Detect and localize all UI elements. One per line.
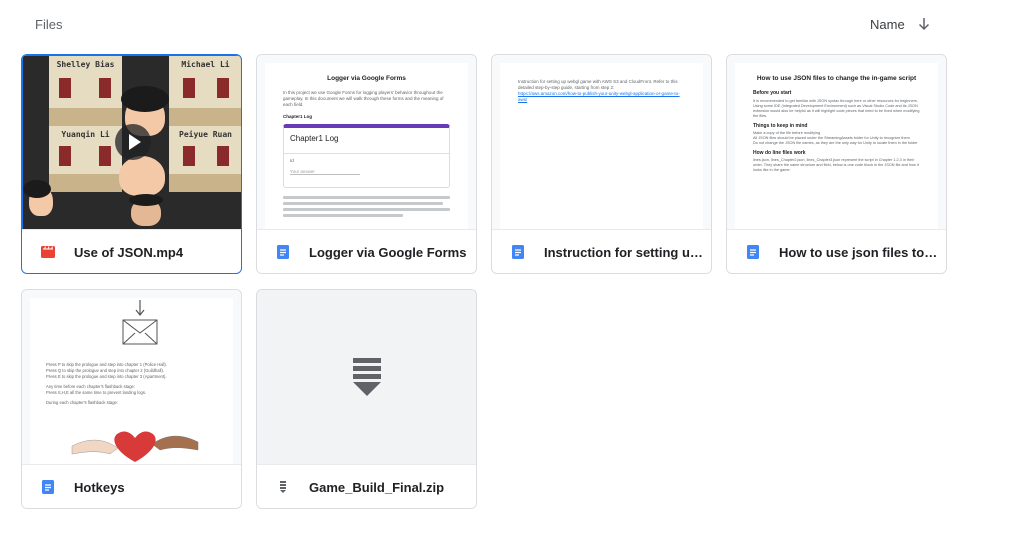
file-card-footer: Use of JSON.mp4 [22, 229, 241, 273]
doc-page: Press P to skip the prologue and step in… [30, 298, 233, 464]
zip-thumbnail [257, 290, 476, 464]
doc-page: Instruction for setting up webgl game wi… [500, 63, 703, 229]
doc-link: https://aws.amazon.com/how-to-publish-yo… [518, 91, 680, 102]
doc-page: How to use JSON files to change the in-g… [735, 63, 938, 229]
video-frame: Shelley Bias Michael Li Yuanqin Li Peiyu… [23, 56, 241, 229]
video-thumbnail: Shelley Bias Michael Li Yuanqin Li Peiyu… [23, 56, 241, 229]
tile-name: Peiyue Ruan [179, 130, 232, 139]
video-tile: Peiyue Ruan [169, 126, 241, 192]
arrow-down-icon [917, 17, 931, 31]
files-header: Files Name [0, 0, 1024, 48]
file-name: Hotkeys [74, 480, 125, 495]
participant [119, 156, 165, 196]
file-card-doc[interactable]: Logger via Google Forms In this project … [256, 54, 477, 274]
video-tile: Yuanqin Li [49, 126, 122, 192]
file-card-doc[interactable]: Press P to skip the prologue and step in… [21, 289, 242, 509]
doc-heading: How do line files work [753, 150, 806, 156]
video-tile: Shelley Bias [49, 56, 122, 126]
form-preview: Chapter1 Log Id Your answer [283, 124, 450, 188]
doc-paragraph: Instruction for setting up webgl game wi… [518, 79, 678, 90]
file-card-footer: Hotkeys [22, 464, 241, 508]
file-name: Instruction for setting up w... [544, 245, 704, 260]
tile-name: Michael Li [181, 60, 230, 69]
doc-thumbnail: Instruction for setting up webgl game wi… [492, 55, 711, 229]
list-item: Press S,H,E all the same time to prevent… [46, 390, 147, 395]
section-title: Files [35, 17, 63, 32]
doc-page: Logger via Google Forms In this project … [265, 63, 468, 229]
doc-heading: Things to keep in mind [753, 123, 808, 129]
envelope-icon [120, 298, 160, 353]
zip-archive-icon [352, 358, 382, 403]
file-name: Use of JSON.mp4 [74, 245, 184, 260]
doc-title: How to use JSON files to change the in-g… [756, 75, 917, 82]
doc-thumbnail: Logger via Google Forms In this project … [257, 55, 476, 229]
form-field-label: Id [290, 158, 294, 163]
doc-heading: Before you start [753, 90, 792, 96]
file-card-footer: Logger via Google Forms [257, 229, 476, 273]
file-card-footer: Game_Build_Final.zip [257, 464, 476, 508]
file-card-doc[interactable]: Instruction for setting up webgl game wi… [491, 54, 712, 274]
doc-paragraph: lines.json, lines_Chapter2.json, lines_C… [753, 158, 919, 172]
doc-paragraph: In this project we use Google Forms for … [283, 90, 444, 107]
google-docs-icon [510, 244, 526, 260]
doc-heading: Chapter1 Log [283, 114, 313, 119]
file-card-video[interactable]: Shelley Bias Michael Li Yuanqin Li Peiyu… [21, 54, 242, 274]
doc-bullet-list: Make a copy of the file before modifying… [753, 131, 920, 146]
form-field-hint: Your answer [290, 169, 360, 175]
play-icon[interactable] [115, 124, 151, 160]
file-card-footer: Instruction for setting up w... [492, 229, 711, 273]
sort-by-name-button[interactable]: Name [870, 13, 931, 35]
file-card-zip[interactable]: Game_Build_Final.zip [256, 289, 477, 509]
file-name: How to use json files to ch... [779, 245, 939, 260]
google-docs-icon [275, 244, 291, 260]
video-file-icon [40, 244, 56, 260]
doc-title: Logger via Google Forms [327, 75, 406, 82]
google-docs-icon [40, 479, 56, 495]
video-tile: Michael Li [169, 56, 241, 126]
list-item: Press E to skip the prologue and step in… [46, 374, 167, 379]
doc-paragraph: It is recommended to get familiar with J… [753, 99, 920, 118]
list-item: During each chapter's flashback stage: [46, 400, 119, 405]
form-title: Chapter1 Log [290, 134, 339, 143]
tile-name: Shelley Bias [56, 60, 115, 69]
doc-thumbnail: Press P to skip the prologue and step in… [22, 290, 241, 464]
hotkey-list: Press P to skip the prologue and step in… [46, 362, 217, 406]
file-card-doc[interactable]: How to use JSON files to change the in-g… [726, 54, 947, 274]
tile-name: Yuanqin Li [61, 130, 110, 139]
zip-file-icon [275, 479, 291, 495]
doc-thumbnail: How to use JSON files to change the in-g… [727, 55, 946, 229]
file-card-footer: How to use json files to ch... [727, 229, 946, 273]
sort-label: Name [870, 16, 905, 32]
google-docs-icon [745, 244, 761, 260]
list-item: Do not change the JSON file names, as th… [753, 141, 918, 145]
file-name: Logger via Google Forms [309, 245, 467, 260]
file-name: Game_Build_Final.zip [309, 480, 445, 495]
heart-hands-illustration [70, 422, 200, 464]
